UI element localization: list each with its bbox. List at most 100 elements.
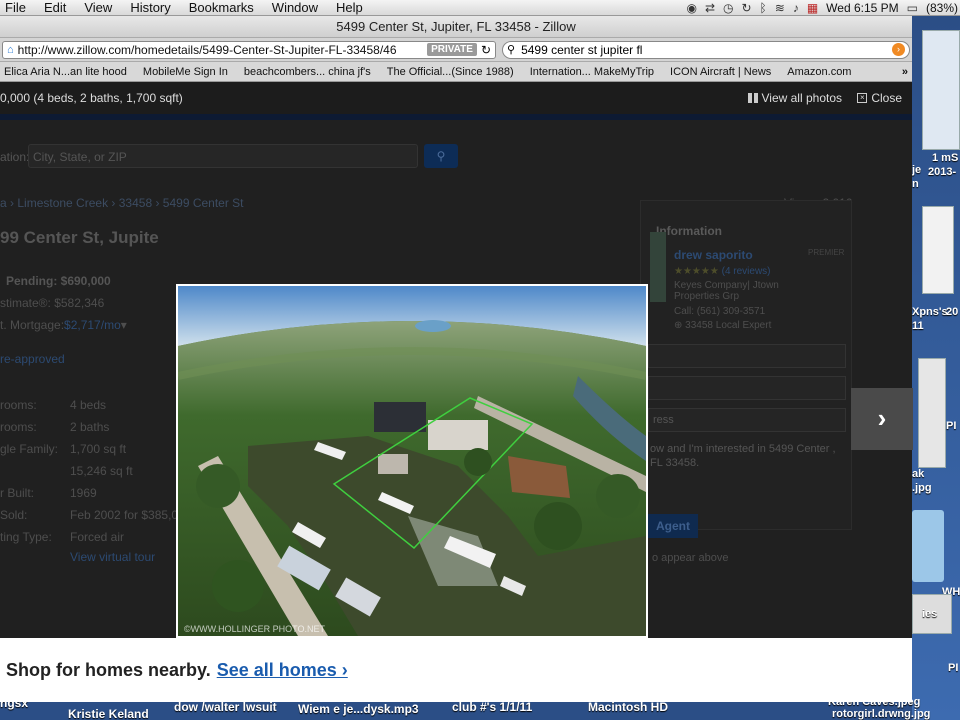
clock[interactable]: Wed 6:15 PM — [826, 1, 898, 15]
desktop-strip: 1 mS 2013- je n Xpns's 11 20 PI ak .jpg … — [912, 16, 960, 720]
browser-toolbar: ⌂ http://www.zillow.com/homedetails/5499… — [0, 38, 912, 62]
folder-icon[interactable] — [912, 510, 944, 582]
location-placeholder: City, State, or ZIP — [33, 150, 127, 164]
virtual-tour-link: View virtual tour — [70, 550, 156, 564]
menu-edit[interactable]: Edit — [35, 0, 75, 16]
menu-history[interactable]: History — [121, 0, 179, 16]
fact-value: 1,700 sq ft — [70, 442, 127, 456]
bookmark-item[interactable]: Amazon.com — [779, 66, 859, 78]
menu-file[interactable]: File — [0, 0, 35, 16]
desktop-label: rotorgirl.drwng.jpg — [832, 708, 931, 720]
agent-photo — [650, 232, 666, 302]
fact-value: 4 beds — [70, 398, 107, 412]
close-icon: × — [857, 93, 868, 103]
fact-label: ting Type: — [0, 530, 52, 544]
agent-company: Keyes Company| Jtown Properties Grp — [674, 280, 779, 302]
contact-phone-field — [648, 376, 846, 400]
battery-percent: (83%) — [925, 1, 958, 15]
fact-value: Forced air — [70, 530, 125, 544]
fact-value: 1969 — [70, 486, 97, 500]
bookmark-item[interactable]: The Official...(Since 1988) — [379, 66, 522, 78]
fact-label: rooms: — [0, 398, 37, 412]
agent-badge: PREMIER — [808, 248, 845, 257]
reload-icon[interactable]: ↻ — [481, 43, 491, 57]
lightbox-title: 0,000 (4 beds, 2 baths, 1,700 sqft) — [0, 91, 183, 105]
close-button[interactable]: × Close — [857, 91, 902, 105]
close-label: Close — [871, 91, 902, 105]
property-photo[interactable]: ©WWW.HOLLINGER PHOTO.NET — [176, 284, 648, 638]
contact-email-field: ress — [648, 408, 846, 432]
view-all-label: View all photos — [761, 91, 843, 105]
file-icon[interactable] — [922, 30, 960, 150]
search-icon: ⚲ — [507, 44, 516, 56]
bookmark-item[interactable]: Elica Aria N...an lite hood — [0, 66, 135, 78]
desktop-label: 11 — [912, 320, 924, 332]
bluetooth-icon[interactable]: ᛒ — [760, 1, 767, 15]
agent-name: drew saporito — [674, 248, 753, 262]
private-badge: PRIVATE — [427, 43, 477, 56]
fact-label: r Built: — [0, 486, 35, 500]
bookmarks-overflow-icon[interactable]: » — [902, 66, 912, 78]
location-search-field: City, State, or ZIP — [28, 144, 418, 168]
window-title: 5499 Center St, Jupiter, FL 33458 - Zill… — [0, 16, 912, 38]
bookmark-item[interactable]: beachcombers... china jf's — [236, 66, 379, 78]
time-machine-icon[interactable]: ◷ — [723, 1, 733, 15]
shop-banner: Shop for homes nearby. See all homes › — [0, 638, 912, 702]
browser-window: 5499 Center St, Jupiter, FL 33458 - Zill… — [0, 16, 913, 702]
image-file-icon[interactable] — [918, 358, 946, 468]
view-all-photos-button[interactable]: View all photos — [747, 91, 843, 105]
contact-agent-button: Agent — [648, 514, 698, 538]
desktop-label: Xpns's — [912, 306, 948, 318]
bookmark-item[interactable]: Internation... MakeMyTrip — [522, 66, 662, 78]
skype-icon[interactable]: ◉ — [686, 1, 696, 15]
desktop-label: club #'s 1/1/11 — [452, 700, 533, 714]
desktop-label: 20 — [946, 306, 959, 318]
sync-icon[interactable]: ⇄ — [705, 1, 715, 15]
url-text[interactable]: http://www.zillow.com/homedetails/5499-C… — [18, 43, 423, 57]
flag-icon[interactable]: ▦ — [807, 1, 818, 15]
battery-icon[interactable]: ▭ — [907, 1, 918, 15]
desktop-label: .jpg — [912, 482, 932, 494]
site-icon: ⌂ — [7, 43, 14, 56]
desktop-label: ak — [912, 468, 925, 480]
location-search-button: ⚲ — [424, 144, 458, 168]
desktop-label: je — [912, 164, 922, 176]
agent-phone: Call: (561) 309-3571 — [674, 306, 766, 317]
search-bar[interactable]: ⚲ 5499 center st jupiter fl › — [502, 40, 910, 59]
see-all-homes-link[interactable]: See all homes › — [217, 660, 348, 681]
next-photo-button[interactable]: › — [851, 388, 913, 450]
grid-icon — [747, 93, 758, 103]
address-bar[interactable]: ⌂ http://www.zillow.com/homedetails/5499… — [2, 40, 496, 59]
menu-bookmarks[interactable]: Bookmarks — [180, 0, 263, 16]
bookmark-item[interactable]: MobileMe Sign In — [135, 66, 236, 78]
agent-rating: ★★★★★ (4 reviews) — [674, 266, 771, 277]
document-icon[interactable] — [922, 206, 954, 294]
desktop-label: ies — [922, 608, 938, 620]
contact-message-field: ow and I'm interested in 5499 Center , F… — [650, 443, 836, 469]
bookmark-item[interactable]: ICON Aircraft | News — [662, 66, 779, 78]
aerial-photo-image: ©WWW.HOLLINGER PHOTO.NET — [178, 286, 646, 636]
refresh-icon[interactable]: ↻ — [741, 1, 751, 15]
menu-bar: File Edit View History Bookmarks Window … — [0, 0, 960, 16]
appear-note: o appear above — [652, 552, 729, 564]
search-go-icon[interactable]: › — [892, 43, 905, 56]
menu-help[interactable]: Help — [327, 0, 372, 16]
search-input[interactable]: 5499 center st jupiter fl — [521, 43, 886, 57]
menu-window[interactable]: Window — [263, 0, 327, 16]
menu-extras: ◉ ⇄ ◷ ↻ ᛒ ≋ ♪ ▦ Wed 6:15 PM ▭ (83%) — [686, 0, 958, 16]
volume-icon[interactable]: ♪ — [793, 1, 799, 15]
desktop-label: Macintosh HD — [588, 700, 669, 714]
desktop-label: PI — [946, 420, 957, 432]
menu-view[interactable]: View — [75, 0, 121, 16]
page-title: 99 Center St, Jupite — [0, 228, 159, 247]
agent-expert: ⊕ 33458 Local Expert — [674, 320, 772, 331]
search-label: ation: — [0, 150, 30, 164]
zestimate: stimate®: $582,346 — [0, 296, 105, 310]
shop-text: Shop for homes nearby. — [6, 659, 211, 680]
desktop-label: n — [912, 178, 919, 190]
fact-label: Sold: — [0, 508, 28, 522]
desktop-label: 1 mS — [932, 152, 959, 164]
wifi-icon[interactable]: ≋ — [775, 1, 785, 15]
desktop-label: dow /walter lwsuit — [174, 700, 277, 714]
site-nav-bar — [0, 114, 912, 120]
